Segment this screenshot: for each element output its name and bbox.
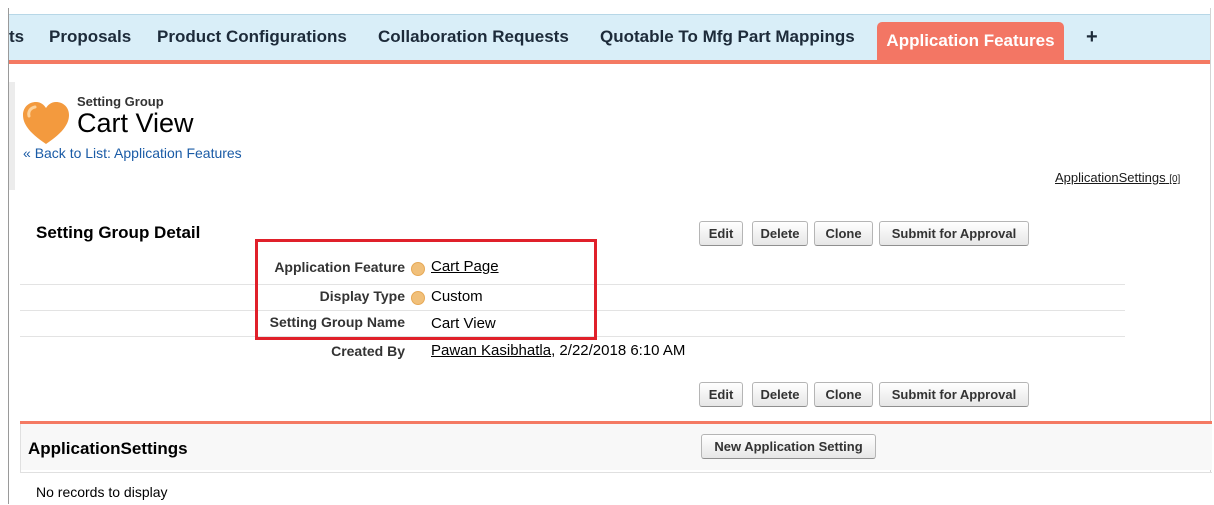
related-link-label[interactable]: ApplicationSettings <box>1055 170 1166 185</box>
back-prefix: « <box>23 145 35 161</box>
tab-partial[interactable]: ts <box>9 14 24 60</box>
heart-icon <box>23 102 69 144</box>
field-label-created-by: Created By <box>331 343 405 359</box>
empty-state-text: No records to display <box>36 484 168 500</box>
tab-quotable-to-mfg-part-mappings[interactable]: Quotable To Mfg Part Mappings <box>600 14 855 60</box>
record-type-label: Setting Group <box>77 94 164 109</box>
add-tab-icon[interactable]: + <box>1086 14 1098 60</box>
related-list-title: ApplicationSettings <box>28 439 188 458</box>
delete-button[interactable]: Delete <box>752 221 808 246</box>
top-strip <box>0 0 1214 8</box>
tab-collaboration-requests[interactable]: Collaboration Requests <box>378 14 569 60</box>
highlight-box <box>255 239 597 340</box>
related-link-count: [0] <box>1169 174 1181 185</box>
section-title: Setting Group Detail <box>36 223 201 242</box>
tab-proposals[interactable]: Proposals <box>49 14 131 60</box>
back-link-text[interactable]: Back to List: Application Features <box>35 145 242 161</box>
delete-button-bottom[interactable]: Delete <box>752 382 808 407</box>
clone-button-bottom[interactable]: Clone <box>814 382 873 407</box>
sidebar-edge <box>9 82 15 190</box>
tab-application-features[interactable]: Application Features <box>877 22 1064 60</box>
edit-button-bottom[interactable]: Edit <box>699 382 743 407</box>
new-application-setting-button[interactable]: New Application Setting <box>701 434 876 459</box>
tab-product-configurations[interactable]: Product Configurations <box>157 14 347 60</box>
related-list-header <box>20 424 1212 470</box>
back-to-list-link[interactable]: « Back to List: Application Features <box>23 145 242 161</box>
submit-for-approval-button[interactable]: Submit for Approval <box>879 221 1029 246</box>
related-list-body <box>20 472 1212 505</box>
page-title: Cart View <box>77 108 194 138</box>
submit-for-approval-button-bottom[interactable]: Submit for Approval <box>879 382 1029 407</box>
clone-button[interactable]: Clone <box>814 221 873 246</box>
tab-bar-accent <box>9 60 1210 64</box>
edit-button[interactable]: Edit <box>699 221 743 246</box>
created-date: , 2/22/2018 6:10 AM <box>551 342 686 359</box>
related-list-link[interactable]: ApplicationSettings [0] <box>1055 170 1180 185</box>
field-value-created-by: Pawan Kasibhatla, 2/22/2018 6:10 AM <box>431 342 685 359</box>
created-by-user-link[interactable]: Pawan Kasibhatla <box>431 342 551 359</box>
